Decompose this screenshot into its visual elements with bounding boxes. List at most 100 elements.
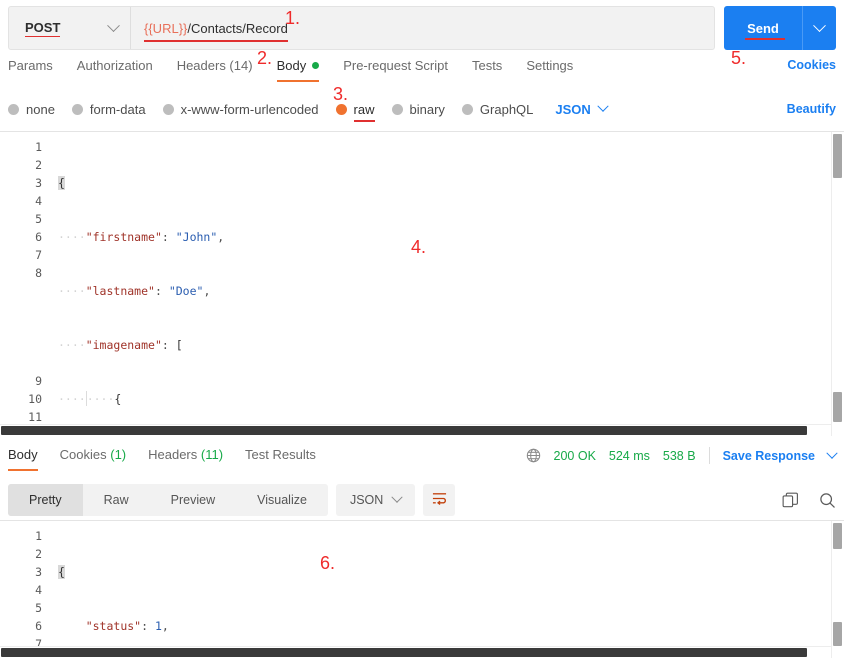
wrap-lines-button[interactable] xyxy=(423,484,456,516)
request-vscroll-track[interactable] xyxy=(831,132,844,436)
send-options-button[interactable] xyxy=(802,6,836,50)
tab-params[interactable]: Params xyxy=(8,58,53,82)
tab-label: Params xyxy=(8,58,53,73)
request-code-area: 1 2 3 4 5 6 7 8 9 10 11 { ····"firstname… xyxy=(0,132,844,436)
body-mode-label: binary xyxy=(409,101,445,117)
url-input[interactable]: {{URL}}/Contacts/Record xyxy=(131,7,714,49)
response-format-label: JSON xyxy=(349,493,384,507)
url-annotation-underline xyxy=(144,39,288,42)
code-line: ····"lastname": "Doe", xyxy=(58,284,211,298)
radio-icon xyxy=(162,103,174,115)
text-cursor: { xyxy=(58,565,65,579)
view-mode-label: Preview xyxy=(170,493,216,507)
body-mode-binary[interactable]: binary xyxy=(391,101,445,117)
cookies-link[interactable]: Cookies xyxy=(787,58,836,72)
json-value: "John" xyxy=(175,230,218,244)
body-mode-label: x-www-form-urlencoded xyxy=(180,101,319,117)
request-line-numbers: 1 2 3 4 5 6 7 8 9 10 11 xyxy=(0,132,52,436)
body-mode-label: GraphQL xyxy=(479,101,534,117)
raw-annotation-underline xyxy=(353,119,375,122)
tab-label: Test Results xyxy=(245,447,316,462)
response-tabs: Body Cookies (1) Headers (11) Test Resul… xyxy=(8,447,838,475)
globe-icon xyxy=(526,448,541,463)
chevron-down-icon xyxy=(813,18,826,32)
tab-settings[interactable]: Settings xyxy=(526,58,573,82)
response-format-dropdown[interactable]: JSON xyxy=(335,484,416,516)
tab-authorization[interactable]: Authorization xyxy=(77,58,153,82)
tab-body[interactable]: Body xyxy=(276,58,320,82)
response-line-numbers: 1 2 3 4 5 6 7 xyxy=(0,521,52,658)
tab-pre-request-script[interactable]: Pre-request Script xyxy=(343,58,448,82)
request-code-lines[interactable]: { ····"firstname": "John", ····"lastname… xyxy=(52,132,844,436)
line-number: 3 xyxy=(35,565,42,579)
copy-icon[interactable] xyxy=(782,492,799,509)
save-response-button[interactable]: Save Response xyxy=(723,449,815,463)
annotation-3: 3. xyxy=(333,84,349,104)
postman-request-response-view: POST {{URL}}/Contacts/Record Send Params xyxy=(0,0,844,658)
tab-label: Pre-request Script xyxy=(343,58,448,73)
response-view-visualize[interactable]: Visualize xyxy=(236,484,328,516)
radio-icon xyxy=(391,103,403,115)
tab-headers[interactable]: Headers (14) xyxy=(177,58,253,82)
request-vertical-scrollbar[interactable] xyxy=(833,134,842,178)
radio-icon-selected xyxy=(335,103,347,115)
request-vscroll-bottom-thumb[interactable] xyxy=(833,392,842,422)
http-method-label: POST xyxy=(25,19,61,37)
line-number: 6 xyxy=(35,230,42,244)
chevron-down-icon[interactable] xyxy=(826,447,838,459)
response-toolbar: Pretty Raw Preview Visualize JSON xyxy=(8,484,836,516)
response-view-pretty[interactable]: Pretty xyxy=(8,484,83,516)
text-cursor: { xyxy=(58,176,65,190)
annotation-4: 4. xyxy=(411,237,427,257)
tab-tests[interactable]: Tests xyxy=(472,58,502,82)
response-view-preview[interactable]: Preview xyxy=(150,484,236,516)
response-view-raw[interactable]: Raw xyxy=(83,484,150,516)
radio-icon xyxy=(461,103,473,115)
body-mode-x-www-form-urlencoded[interactable]: x-www-form-urlencoded xyxy=(162,101,319,117)
http-method-dropdown[interactable]: POST xyxy=(9,7,131,49)
line-number: 4 xyxy=(35,583,42,597)
send-button[interactable]: Send xyxy=(724,6,802,50)
chevron-down-icon xyxy=(107,18,120,32)
line-number: 10 xyxy=(28,392,42,406)
url-path: /Contacts/Record xyxy=(187,20,288,36)
body-mode-graphql[interactable]: GraphQL xyxy=(461,101,534,117)
response-tab-test-results[interactable]: Test Results xyxy=(245,447,316,471)
line-number: 2 xyxy=(35,547,42,561)
response-tab-headers[interactable]: Headers (11) xyxy=(148,447,223,471)
response-tab-body[interactable]: Body xyxy=(8,447,38,471)
active-tab-underline xyxy=(8,469,38,471)
response-status: 200 OK xyxy=(553,448,596,463)
body-mode-form-data[interactable]: form-data xyxy=(71,102,146,117)
response-tab-cookies[interactable]: Cookies (1) xyxy=(60,447,126,471)
divider xyxy=(708,447,710,464)
tab-label: Headers xyxy=(148,447,198,462)
code-text: { xyxy=(58,565,65,579)
response-hscroll-track[interactable] xyxy=(0,646,831,658)
response-vertical-scrollbar[interactable] xyxy=(833,523,842,549)
response-code-lines[interactable]: { "status": 1, "result": { "id": 430, "n… xyxy=(52,521,844,658)
tab-label: Cookies xyxy=(59,447,107,462)
line-number: 9 xyxy=(35,374,42,388)
raw-format-dropdown[interactable]: JSON xyxy=(555,100,609,117)
response-vscroll-bottom-thumb[interactable] xyxy=(833,622,842,646)
request-body-editor[interactable]: 1 2 3 4 5 6 7 8 9 10 11 { ····"firstname… xyxy=(0,131,844,436)
request-hscroll-track[interactable] xyxy=(0,424,831,436)
annotation-1: 1. xyxy=(285,8,301,28)
tab-label: Tests xyxy=(471,58,503,73)
response-view-modes: Pretty Raw Preview Visualize xyxy=(8,484,328,516)
response-vscroll-track[interactable] xyxy=(831,521,844,658)
search-icon[interactable] xyxy=(819,492,836,509)
response-horizontal-scrollbar[interactable] xyxy=(1,648,807,657)
json-key: "firstname" xyxy=(85,230,162,244)
code-line: "status": 1, xyxy=(85,619,169,633)
code-line: ····"imagename": [ xyxy=(58,338,183,352)
line-number: 2 xyxy=(35,158,42,172)
response-body-editor[interactable]: 1 2 3 4 5 6 7 { "status": 1, "result": {… xyxy=(0,520,844,658)
body-mode-none[interactable]: none xyxy=(8,102,55,117)
request-horizontal-scrollbar[interactable] xyxy=(1,426,807,435)
code-line: ····"firstname": "John", xyxy=(58,230,225,244)
beautify-button[interactable]: Beautify xyxy=(787,102,836,116)
json-value: 1 xyxy=(154,619,162,633)
tab-label: Settings xyxy=(526,58,574,73)
